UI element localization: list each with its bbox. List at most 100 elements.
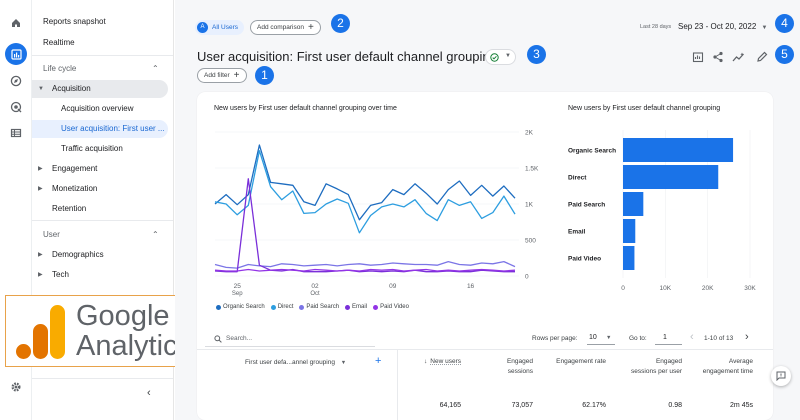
divider [32,220,173,221]
sidebar-item-label: Acquisition overview [61,104,134,113]
sidebar-section-user[interactable]: User ⌃ [32,226,170,244]
advertising-icon[interactable] [6,97,26,117]
legend-item[interactable]: Paid Search [299,304,339,310]
column-header-engaged-sessions[interactable]: Engaged sessions [490,357,533,377]
legend-item[interactable]: Direct [270,304,293,310]
line-chart-title: New users by First user default channel … [214,105,397,112]
table-column-divider [397,350,398,420]
total-new-users: 64,165 [439,402,461,409]
next-page-icon[interactable]: › [745,331,749,343]
sidebar-item-user-acquisition[interactable]: User acquisition: First user ... [32,120,168,138]
column-header-label: Engagement rate [556,358,606,365]
bar-direct[interactable] [623,165,719,189]
rows-per-page-label: Rows per page: [532,335,578,342]
caret-down-icon: ▼ [38,86,44,92]
sidebar-item-label: Acquisition [52,84,91,93]
configure-icon[interactable] [6,123,26,143]
sidebar-item-monetization[interactable]: ▶ Monetization [32,180,170,198]
date-range-picker[interactable]: Sep 23 - Oct 20, 2022 ▼ [678,22,767,31]
column-header-average-engagement-time[interactable]: Average engagement time [700,357,753,377]
x-tick-label: 02 [311,283,319,290]
column-header-label: Engaged sessions per user [631,358,682,375]
goto-page-input[interactable]: 1 [655,332,682,345]
dimension-column-header[interactable]: First user defa...annel grouping ▼ [245,359,346,366]
bar-paid-search[interactable] [623,192,644,216]
chevron-up-icon: ⌃ [152,230,159,239]
goto-page-value: 1 [663,334,667,341]
sidebar-item-reports-snapshot[interactable]: Reports snapshot [32,13,170,31]
sidebar-section-life-cycle[interactable]: Life cycle ⌃ [32,60,170,78]
table-search-field[interactable]: Search... [205,331,375,347]
home-icon[interactable] [6,13,26,33]
bar-email[interactable] [623,219,636,243]
sidebar-item-label: Tech [52,270,69,279]
bar-category-label: Organic Search [568,148,616,155]
goto-label: Go to: [629,335,647,342]
sidebar-item-realtime[interactable]: Realtime [32,34,170,52]
total-engagement-rate: 62.17% [582,402,606,409]
share-icon[interactable] [712,50,724,63]
divider [32,378,173,379]
x-tick-month-label: Sep [232,291,243,297]
segment-label: All Users [212,24,239,31]
caret-right-icon: ▶ [38,186,43,192]
callout-marker-3: 3 [527,45,546,64]
total-average-engagement-time: 2m 45s [730,402,753,409]
x-tick-label: 25 [234,283,242,290]
legend-item[interactable]: Organic Search [216,304,265,310]
callout-marker-4: 4 [775,14,794,33]
sort-descending-icon: ↓ [424,358,428,365]
column-header-engaged-sessions-per-user[interactable]: Engaged sessions per user [630,357,682,377]
bar-organic-search[interactable] [623,138,734,162]
sidebar-item-label: User acquisition: First user ... [61,124,165,133]
callout-marker-5: 5 [775,45,794,64]
x-tick-label: 0 [621,285,625,292]
sidebar-item-acquisition-overview[interactable]: Acquisition overview [32,100,170,118]
legend-item[interactable]: Paid Video [373,304,409,310]
customize-report-icon[interactable] [692,50,704,63]
sidebar-item-retention[interactable]: Retention [32,200,170,218]
sidebar-item-demographics[interactable]: ▶ Demographics [32,246,170,264]
settings-gear-icon[interactable] [6,377,26,397]
segment-chip-all-users[interactable]: A All Users [195,20,245,35]
search-placeholder: Search... [226,335,253,342]
rows-per-page-select[interactable]: 10 ▼ [587,332,615,345]
sidebar-item-tech[interactable]: ▶ Tech [32,266,170,284]
add-filter-button[interactable]: Add filter + [197,68,247,83]
reports-icon[interactable] [5,43,27,65]
y-tick-label: 1K [525,202,534,209]
legend-item[interactable]: Email [345,304,367,310]
legend-label: Email [352,304,368,310]
line-chart-legend: Organic Search Direct Paid Search Email Paid… [216,304,409,310]
column-header-engagement-rate[interactable]: Engagement rate [552,357,606,367]
series-line-organic-search[interactable] [214,144,516,221]
insights-sparkline-icon[interactable] [732,50,745,62]
sidebar-item-acquisition[interactable]: ▼ Acquisition [32,80,168,98]
series-line-direct[interactable] [214,150,516,234]
sidebar-item-label: Realtime [43,38,75,47]
dropdown-arrow-icon: ▼ [761,25,768,31]
sidebar-item-engagement[interactable]: ▶ Engagement [32,160,170,178]
page-title: User acquisition: First user default cha… [197,49,497,64]
add-dimension-plus-icon[interactable]: + [375,355,381,367]
column-header-new-users[interactable]: ↓ New users [408,357,461,367]
prev-page-icon[interactable]: ‹ [690,331,694,343]
add-comparison-button[interactable]: Add comparison + [250,20,321,35]
pagination-range: 1-10 of 13 [704,335,734,342]
feedback-button[interactable] [771,366,791,386]
callout-marker-2: 2 [331,14,350,33]
x-tick-month-label: Oct [310,291,320,297]
google-analytics-logo: Google Analytics [5,295,192,367]
explore-icon[interactable] [6,71,26,91]
divider [32,55,173,56]
dropdown-arrow-icon: ▼ [606,335,612,341]
edit-pencil-icon[interactable] [756,50,768,62]
title-status-dropdown[interactable]: ▼ [485,49,516,65]
sidebar-item-traffic-acquisition[interactable]: Traffic acquisition [32,140,170,158]
column-header-label: Engaged sessions [506,358,533,375]
legend-label: Paid Search [306,304,340,310]
search-icon [214,335,222,343]
bar-paid-video[interactable] [623,246,635,270]
series-line-paid-video[interactable] [214,268,516,272]
collapse-chevron-icon[interactable]: ‹ [147,387,151,399]
